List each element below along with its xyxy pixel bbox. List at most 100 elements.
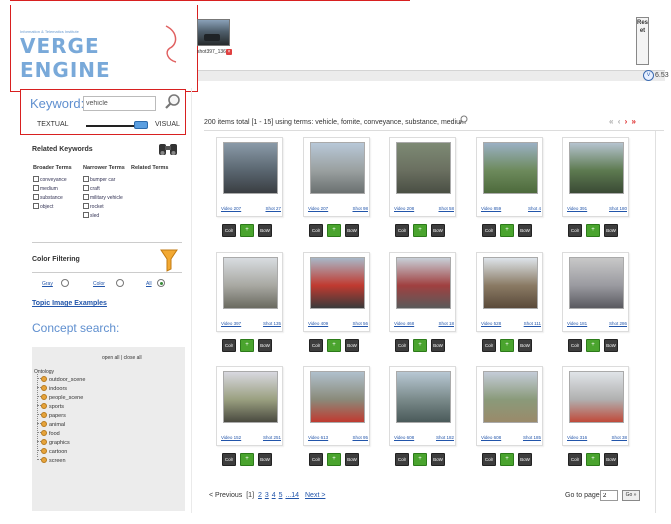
bow-similar-button[interactable]: BoW — [604, 224, 618, 237]
bow-similar-button[interactable]: BoW — [518, 453, 532, 466]
bow-similar-button[interactable]: BoW — [518, 224, 532, 237]
ontology-item[interactable]: indoors — [37, 385, 67, 393]
bow-similar-button[interactable]: BoW — [431, 339, 445, 352]
color-similar-button[interactable]: Colr — [482, 339, 496, 352]
add-shot-button[interactable]: + — [240, 339, 254, 352]
color-radio[interactable] — [116, 279, 124, 287]
bow-similar-button[interactable]: BoW — [345, 453, 359, 466]
next-page-link[interactable]: Next > — [305, 492, 325, 499]
video-link[interactable]: Video 859 — [481, 206, 501, 211]
add-shot-button[interactable]: + — [500, 224, 514, 237]
shot-link[interactable]: Shot 27 — [265, 206, 281, 211]
color-similar-button[interactable]: Colr — [222, 453, 236, 466]
video-link[interactable]: Video 316 — [567, 435, 587, 440]
shot-link[interactable]: Shot 95 — [352, 435, 368, 440]
shot-thumbnail[interactable] — [310, 257, 365, 309]
chevron-down-icon[interactable]: ˅ — [643, 70, 654, 81]
term-checkbox[interactable] — [83, 185, 89, 191]
add-shot-button[interactable]: + — [413, 453, 427, 466]
ontology-item[interactable]: cartoon — [37, 448, 67, 456]
ontology-item[interactable]: people_scene — [37, 394, 83, 402]
term-checkbox[interactable] — [33, 185, 39, 191]
term-checkbox[interactable] — [83, 194, 89, 200]
video-link[interactable]: Video 208 — [394, 206, 414, 211]
color-similar-button[interactable]: Colr — [395, 339, 409, 352]
go-button[interactable]: Go » — [622, 490, 640, 501]
ontology-item[interactable]: screen — [37, 457, 66, 465]
page-link[interactable]: ...14 — [285, 492, 299, 499]
bow-similar-button[interactable]: BoW — [431, 453, 445, 466]
first-page-icon[interactable]: « — [609, 117, 614, 126]
color-similar-button[interactable]: Colr — [482, 453, 496, 466]
prev-page-icon[interactable]: ‹ — [618, 117, 622, 126]
shot-link[interactable]: Shot 185 — [523, 435, 541, 440]
bow-similar-button[interactable]: BoW — [258, 453, 272, 466]
shot-thumbnail[interactable] — [223, 257, 278, 309]
all-radio[interactable] — [157, 279, 165, 287]
shot-link[interactable]: Shot 135 — [263, 321, 281, 326]
textual-visual-slider-handle[interactable] — [134, 121, 148, 129]
bow-similar-button[interactable]: BoW — [258, 339, 272, 352]
video-link[interactable]: Video 207 — [308, 206, 328, 211]
term-checkbox[interactable] — [33, 203, 39, 209]
shot-link[interactable]: Shot 58 — [438, 206, 454, 211]
funnel-icon[interactable] — [160, 248, 178, 272]
color-similar-button[interactable]: Colr — [395, 453, 409, 466]
shot-link[interactable]: Shot 251 — [263, 435, 281, 440]
shot-thumbnail[interactable] — [396, 142, 451, 194]
term-checkbox[interactable] — [83, 203, 89, 209]
narrower-term-item[interactable]: sled — [83, 212, 99, 220]
color-similar-button[interactable]: Colr — [568, 453, 582, 466]
video-link[interactable]: Video 608 — [481, 435, 501, 440]
shot-thumbnail[interactable] — [483, 257, 538, 309]
page-link[interactable]: 5 — [279, 492, 283, 499]
video-link[interactable]: Video 207 — [221, 206, 241, 211]
page-link[interactable]: 3 — [265, 492, 269, 499]
add-shot-button[interactable]: + — [240, 224, 254, 237]
page-link[interactable]: 2 — [258, 492, 262, 499]
shot-thumbnail[interactable] — [396, 257, 451, 309]
color-similar-button[interactable]: Colr — [568, 339, 582, 352]
results-scrollbar[interactable] — [655, 131, 663, 513]
page-link[interactable]: 4 — [272, 492, 276, 499]
color-similar-button[interactable]: Colr — [309, 453, 323, 466]
topic-image-examples-link[interactable]: Topic Image Examples — [32, 300, 107, 307]
add-shot-button[interactable]: + — [586, 339, 600, 352]
color-similar-button[interactable]: Colr — [222, 339, 236, 352]
remove-shot-icon[interactable]: × — [226, 49, 232, 55]
shot-link[interactable]: Shot 38 — [611, 435, 627, 440]
search-icon[interactable] — [458, 115, 468, 125]
shot-thumbnail[interactable] — [569, 142, 624, 194]
color-filter-option[interactable]: Color — [93, 281, 105, 287]
narrower-term-item[interactable]: rocket — [83, 203, 104, 211]
broader-term-item[interactable]: substance — [33, 194, 63, 202]
search-icon[interactable] — [164, 93, 182, 111]
open-close-all-links[interactable]: open all | close all — [102, 355, 142, 361]
ontology-item[interactable]: outdoor_scene — [37, 376, 85, 384]
add-shot-button[interactable]: + — [586, 453, 600, 466]
video-link[interactable]: Video 397 — [221, 321, 241, 326]
reset-button[interactable]: Reset — [636, 17, 649, 65]
add-shot-button[interactable]: + — [413, 339, 427, 352]
add-shot-button[interactable]: + — [413, 224, 427, 237]
shot-thumbnail[interactable] — [223, 371, 278, 423]
shot-thumbnail[interactable] — [569, 371, 624, 423]
bow-similar-button[interactable]: BoW — [345, 224, 359, 237]
shot-link[interactable]: Shot 111 — [524, 321, 541, 326]
ontology-item[interactable]: graphics — [37, 439, 70, 447]
last-page-icon[interactable]: » — [632, 117, 637, 126]
shot-thumbnail[interactable] — [569, 257, 624, 309]
color-similar-button[interactable]: Colr — [222, 224, 236, 237]
shot-thumbnail[interactable] — [396, 371, 451, 423]
shot-thumbnail[interactable] — [483, 371, 538, 423]
color-similar-button[interactable]: Colr — [395, 224, 409, 237]
all-filter-option[interactable]: All — [146, 281, 152, 287]
shot-link[interactable]: Shot 180 — [609, 206, 627, 211]
add-shot-button[interactable]: + — [240, 453, 254, 466]
result-page-arrows[interactable]: « ‹ › » — [609, 117, 637, 126]
broader-term-item[interactable]: medium — [33, 185, 58, 193]
color-similar-button[interactable]: Colr — [482, 224, 496, 237]
ontology-item[interactable]: sports — [37, 403, 64, 411]
ontology-item[interactable]: animal — [37, 421, 65, 429]
shot-link[interactable]: Shot 4 — [528, 206, 541, 211]
